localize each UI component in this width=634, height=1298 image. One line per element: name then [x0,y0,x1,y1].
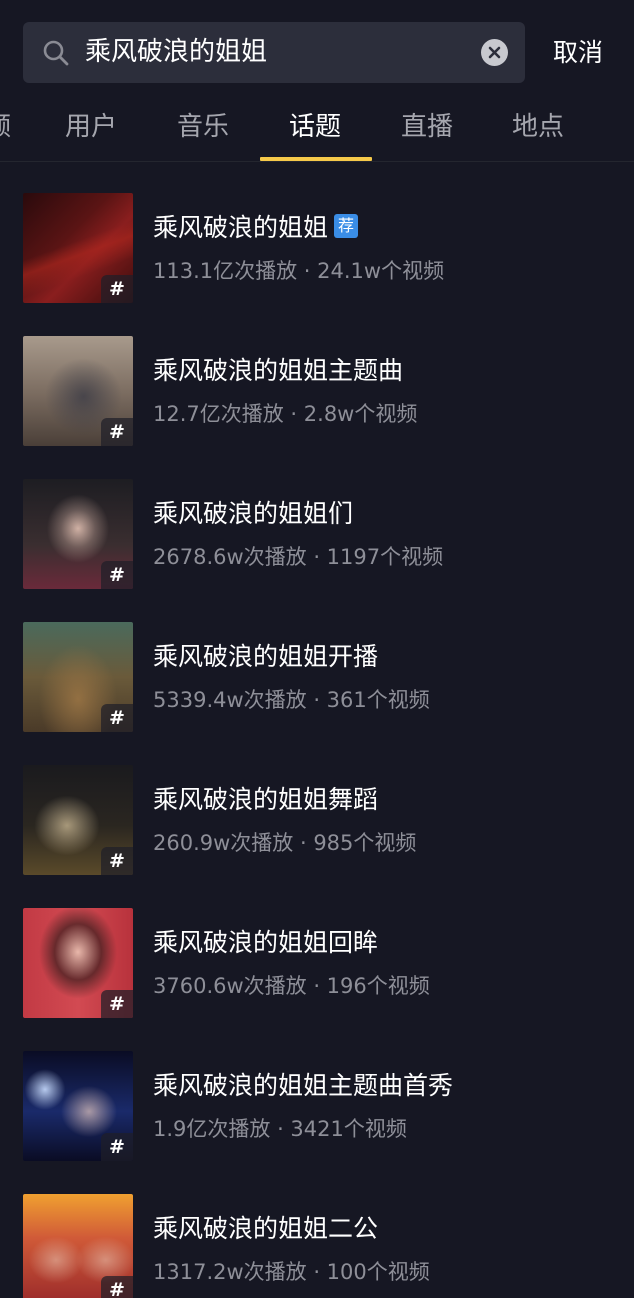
recommended-badge: 荐 [334,214,359,238]
topic-thumbnail: # [23,908,133,1018]
topic-thumbnail: # [23,765,133,875]
topic-row[interactable]: # 乘风破浪的姐姐主题曲首秀 1.9亿次播放 · 3421个视频 [0,1051,634,1194]
topic-title-wrap: 乘风破浪的姐姐 荐 [153,208,359,244]
topic-title: 乘风破浪的姐姐开播 [153,642,379,671]
hashtag-icon: # [101,418,133,446]
search-bar[interactable]: 乘风破浪的姐姐 [23,22,525,83]
hashtag-icon: # [101,990,133,1018]
topic-stats: 12.7亿次播放 · 2.8w个视频 [153,402,418,426]
search-input[interactable]: 乘风破浪的姐姐 [85,22,267,83]
topic-title-wrap: 乘风破浪的姐姐主题曲首秀 [153,1066,453,1102]
topic-thumbnail: # [23,622,133,732]
topic-title-wrap: 乘风破浪的姐姐开播 [153,637,378,673]
cancel-button[interactable]: 取消 [553,22,603,83]
topic-title: 乘风破浪的姐姐舞蹈 [153,785,379,814]
topic-row[interactable]: # 乘风破浪的姐姐开播 5339.4w次播放 · 361个视频 [0,622,634,765]
topic-thumbnail: # [23,479,133,589]
topic-stats: 1.9亿次播放 · 3421个视频 [153,1117,407,1141]
topic-thumbnail: # [23,336,133,446]
topic-title: 乘风破浪的姐姐主题曲首秀 [153,1071,454,1100]
hashtag-icon: # [101,275,133,303]
tab-video[interactable]: 频 [0,92,11,162]
topic-row[interactable]: # 乘风破浪的姐姐主题曲 12.7亿次播放 · 2.8w个视频 [0,336,634,479]
topic-thumbnail: # [23,193,133,303]
topic-row[interactable]: # 乘风破浪的姐姐们 2678.6w次播放 · 1197个视频 [0,479,634,622]
tab-live[interactable]: 直播 [401,92,453,162]
topic-row[interactable]: # 乘风破浪的姐姐 荐 113.1亿次播放 · 24.1w个视频 [0,193,634,336]
topic-title-wrap: 乘风破浪的姐姐二公 [153,1209,378,1245]
topic-row[interactable]: # 乘风破浪的姐姐舞蹈 260.9w次播放 · 985个视频 [0,765,634,908]
hashtag-icon: # [101,561,133,589]
topic-title: 乘风破浪的姐姐回眸 [153,928,379,957]
category-tabs: 频 用户 音乐 话题 直播 地点 商 [0,92,634,162]
topic-stats: 3760.6w次播放 · 196个视频 [153,974,430,998]
topic-title-wrap: 乘风破浪的姐姐主题曲 [153,351,403,387]
topic-title-wrap: 乘风破浪的姐姐舞蹈 [153,780,378,816]
topic-row[interactable]: # 乘风破浪的姐姐二公 1317.2w次播放 · 100个视频 [0,1194,634,1298]
hashtag-icon: # [101,1276,133,1298]
topic-stats: 113.1亿次播放 · 24.1w个视频 [153,259,445,283]
hashtag-icon: # [101,704,133,732]
search-icon [43,40,69,66]
tab-places[interactable]: 地点 [512,92,564,162]
clear-icon[interactable] [481,39,508,66]
tab-topics[interactable]: 话题 [289,92,341,162]
topic-title-wrap: 乘风破浪的姐姐们 [153,494,353,530]
topic-stats: 5339.4w次播放 · 361个视频 [153,688,430,712]
topic-stats: 260.9w次播放 · 985个视频 [153,831,417,855]
hashtag-icon: # [101,1133,133,1161]
topic-title: 乘风破浪的姐姐二公 [153,1214,379,1243]
topic-title: 乘风破浪的姐姐们 [153,499,354,528]
topic-row[interactable]: # 乘风破浪的姐姐回眸 3760.6w次播放 · 196个视频 [0,908,634,1051]
topic-stats: 1317.2w次播放 · 100个视频 [153,1260,430,1284]
topic-title-wrap: 乘风破浪的姐姐回眸 [153,923,378,959]
hashtag-icon: # [101,847,133,875]
tabs-divider [0,161,634,162]
tab-users[interactable]: 用户 [65,92,117,162]
topic-thumbnail: # [23,1194,133,1298]
topic-title: 乘风破浪的姐姐 [153,213,329,242]
topic-thumbnail: # [23,1051,133,1161]
search-results-page: 乘风破浪的姐姐 取消 频 用户 音乐 话题 直播 地点 商 # 乘风破浪的姐姐 … [0,0,634,1298]
topic-title: 乘风破浪的姐姐主题曲 [153,356,404,385]
topic-stats: 2678.6w次播放 · 1197个视频 [153,545,444,569]
tab-music[interactable]: 音乐 [177,92,229,162]
